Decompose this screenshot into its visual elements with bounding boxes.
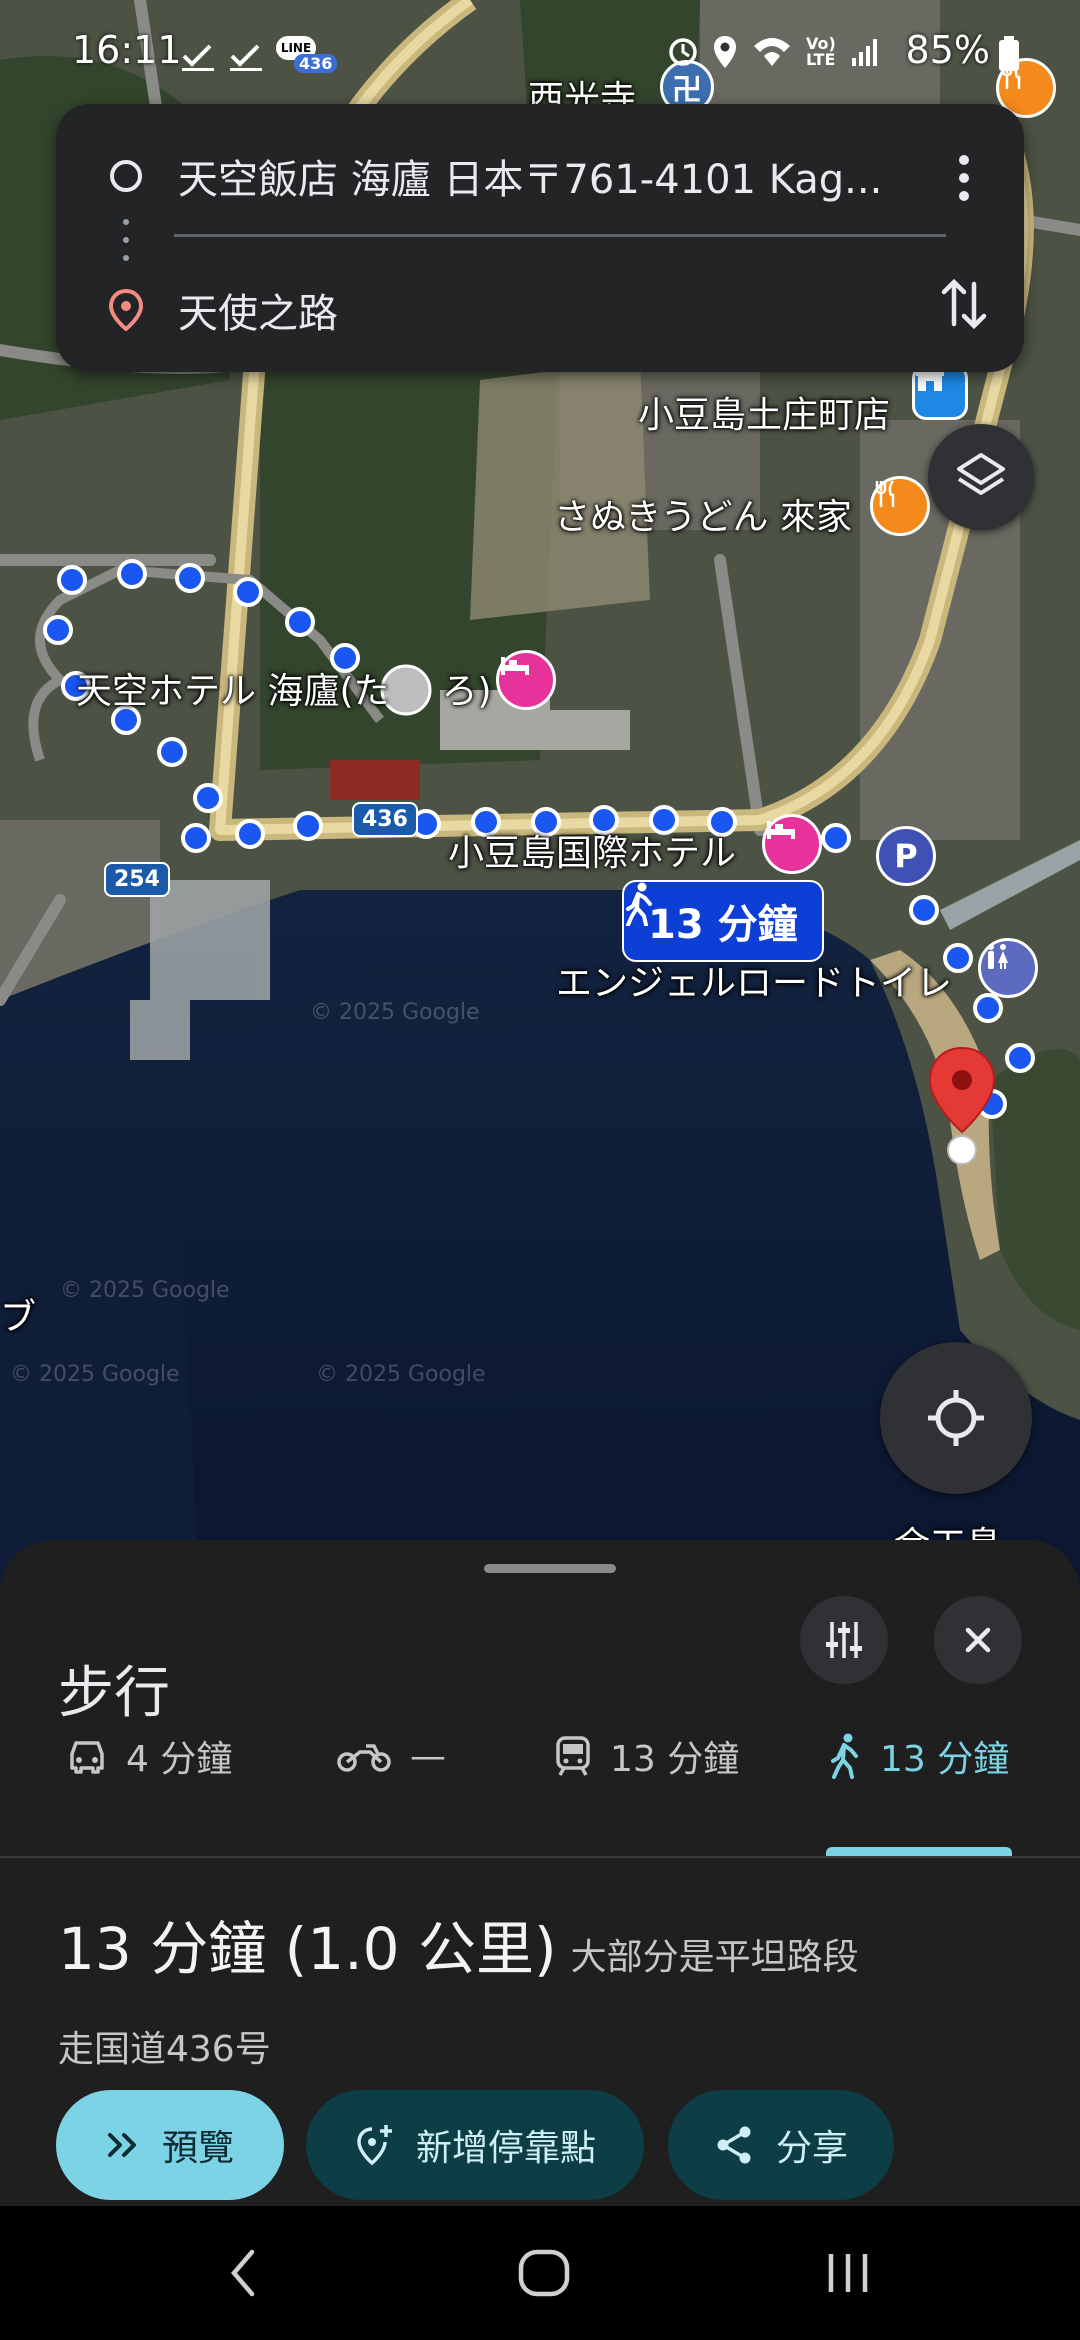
add-stop-button[interactable]: 新增停靠點 — [306, 2090, 644, 2200]
restroom-pin-icon[interactable] — [978, 938, 1038, 998]
map-label-edge: ブ — [0, 1297, 37, 1338]
route-duration-distance: 13 分鐘 (1.0 公里) — [58, 1915, 557, 1983]
directions-card: 天空飯店 海廬 日本〒761-4101 Kag... 天使之路 — [56, 104, 1024, 372]
walk-time-text: 13 分鐘 — [648, 902, 798, 948]
destination-text[interactable]: 天使之路 — [178, 281, 338, 339]
restaurant-pin-icon[interactable] — [870, 476, 930, 536]
preview-button[interactable]: 預覽 — [56, 2090, 284, 2200]
nav-back-button[interactable] — [164, 2206, 324, 2340]
status-notification-icons: LINE 436 — [180, 36, 338, 76]
road-shield-254: 254 — [104, 862, 170, 897]
tab-motorcycle-label: — — [410, 1735, 446, 1777]
store-pin-icon[interactable] — [912, 364, 968, 420]
battery-percentage: 85% — [905, 28, 990, 72]
map-label-sanuki-udon[interactable]: さぬきうどん 來家 — [554, 488, 852, 540]
active-tab-indicator — [826, 1847, 1012, 1856]
origin-circle-icon — [110, 160, 142, 192]
more-options-icon[interactable] — [944, 148, 984, 208]
map-watermark: © 2025 Google — [316, 1362, 486, 1387]
tune-icon — [826, 1622, 862, 1658]
download-done-icon — [182, 44, 214, 71]
home-icon — [518, 2249, 570, 2297]
directions-bottom-sheet: 步行 4 分鐘 — 13 分鐘 13 分鐘 13 分鐘 (1.0 公里) 大部分是… — [0, 1540, 1080, 2206]
preview-label: 預覽 — [161, 2128, 234, 2169]
layers-button[interactable] — [928, 424, 1034, 530]
map-label-shodoshima-tonosho[interactable]: 小豆島土庄町店 — [638, 386, 890, 438]
status-bar: 16:11 LINE 436 Vo) LTE 85% — [0, 0, 1080, 100]
crosshair-icon — [928, 1390, 984, 1446]
tab-driving-label: 4 分鐘 — [126, 1739, 233, 1780]
tab-motorcycle[interactable]: — — [336, 1706, 446, 1806]
origin-text[interactable]: 天空飯店 海廬 日本〒761-4101 Kag... — [178, 147, 938, 205]
signal-icon — [851, 39, 877, 66]
destination-pin-icon[interactable] — [926, 1046, 998, 1166]
hotel-pin-icon[interactable] — [762, 814, 822, 874]
walk-time-bubble[interactable]: 13 分鐘 — [622, 880, 824, 962]
road-shield-436: 436 — [352, 802, 418, 837]
my-location-button[interactable] — [880, 1342, 1032, 1494]
tab-walking[interactable]: 13 分鐘 — [828, 1706, 1009, 1806]
sheet-drag-handle[interactable] — [484, 1564, 616, 1573]
tab-transit-label: 13 分鐘 — [610, 1739, 740, 1780]
card-divider — [174, 234, 946, 237]
walk-icon — [831, 1733, 858, 1779]
back-icon — [231, 2249, 255, 2297]
status-time: 16:11 — [72, 28, 182, 72]
map-label-tenku-hotel[interactable]: 天空ホテル 海廬(た ろ) — [76, 662, 492, 714]
route-summary: 13 分鐘 (1.0 公里) 大部分是平坦路段 — [58, 1902, 859, 1986]
map-watermark: © 2025 Google — [310, 1000, 480, 1025]
car-icon — [70, 1741, 104, 1774]
route-options-button[interactable] — [800, 1596, 888, 1684]
route-via: 走国道436号 — [58, 2029, 271, 2070]
hotel-pin-icon[interactable] — [496, 650, 556, 710]
volte-lte-icon: Vo) LTE — [806, 34, 836, 69]
close-icon — [965, 1627, 991, 1653]
wifi-icon — [754, 38, 790, 66]
parking-letter: P — [894, 837, 918, 875]
map-label-tenku-hotel-tail: ろ) — [441, 671, 492, 712]
notification-badge: 436 — [294, 54, 338, 73]
status-system-icons: Vo) LTE — [668, 34, 878, 70]
tab-walking-label: 13 分鐘 — [880, 1739, 1010, 1780]
train-icon — [556, 1736, 590, 1776]
tab-transit[interactable]: 13 分鐘 — [554, 1706, 739, 1806]
destination-row[interactable]: 天使之路 — [56, 260, 1024, 360]
walk-icon — [626, 882, 652, 926]
location-icon — [714, 36, 736, 68]
origin-row[interactable]: 天空飯店 海廬 日本〒761-4101 Kag... — [56, 126, 1024, 226]
map-watermark: © 2025 Google — [10, 1362, 180, 1387]
share-icon — [717, 2126, 751, 2164]
route-terrain-note: 大部分是平坦路段 — [570, 1937, 859, 1978]
destination-marker-icon — [108, 288, 144, 332]
map-watermark: © 2025 Google — [60, 1278, 230, 1303]
parking-pin-icon[interactable]: P — [876, 826, 936, 886]
alarm-icon — [669, 38, 697, 66]
add-location-icon — [357, 2125, 392, 2166]
share-button[interactable]: 分享 — [668, 2090, 894, 2200]
share-label: 分享 — [775, 2128, 848, 2169]
layers-icon — [957, 453, 1005, 495]
route-connector-dots — [123, 219, 129, 261]
map-label-tenku-hotel-text: 天空ホテル 海廬(た — [76, 671, 390, 712]
sheet-divider — [0, 1856, 1080, 1858]
nav-home-button[interactable] — [464, 2206, 624, 2340]
add-stop-label: 新增停靠點 — [415, 2128, 596, 2169]
battery-icon — [999, 36, 1019, 71]
swap-direction-icon[interactable] — [932, 272, 996, 336]
line-app-icon: LINE 436 — [276, 36, 338, 76]
map-label-kokusai-hotel[interactable]: 小豆島国際ホテル — [448, 824, 736, 876]
tab-driving[interactable]: 4 分鐘 — [66, 1706, 232, 1806]
recents-icon — [828, 2254, 868, 2292]
double-chevron-icon — [107, 2133, 136, 2157]
system-navigation-bar — [0, 2206, 1080, 2340]
motorcycle-icon — [337, 1744, 391, 1772]
download-done-icon — [230, 44, 262, 71]
nav-recents-button[interactable] — [768, 2206, 928, 2340]
travel-mode-tabs: 4 分鐘 — 13 分鐘 13 分鐘 — [0, 1706, 1080, 1806]
close-button[interactable] — [934, 1596, 1022, 1684]
